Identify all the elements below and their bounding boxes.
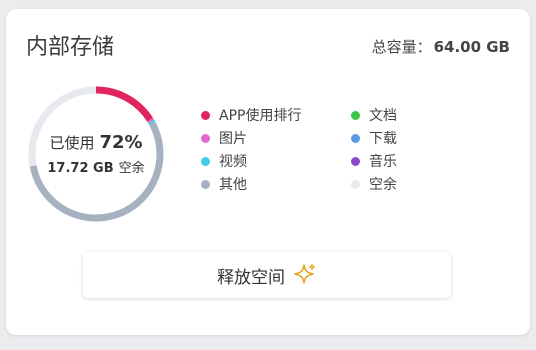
free-space-button[interactable]: 释放空间 (83, 252, 451, 298)
sparkle-icon (293, 263, 317, 287)
donut-center: 已使用 72% 17.72 GB 空余 (26, 79, 166, 229)
legend-item: 文档 (351, 106, 421, 124)
legend-item: APP使用排行 (201, 106, 351, 124)
free-space-label: 释放空间 (217, 267, 285, 288)
total-capacity: 总容量： 64.00 GB (372, 36, 510, 57)
legend-dot (201, 110, 210, 120)
storage-legend: APP使用排行 文档图片 下载视频 音乐其他 空余 (201, 106, 421, 193)
legend-item: 视频 (201, 152, 351, 170)
legend-dot (351, 110, 360, 120)
legend-label: APP使用排行 (219, 108, 302, 124)
legend-item: 图片 (201, 129, 351, 147)
card-title: 内部存储 (26, 35, 115, 60)
legend-label: 文档 (369, 108, 397, 124)
legend-item: 其他 (201, 175, 351, 193)
legend-dot (201, 179, 210, 189)
capacity-label: 总容量： (371, 38, 432, 56)
legend-label: 下载 (369, 131, 397, 147)
used-label: 已使用 (49, 134, 95, 152)
legend-label: 视频 (219, 154, 247, 170)
storage-donut-chart: 已使用 72% 17.72 GB 空余 (26, 79, 166, 229)
legend-item: 空余 (351, 175, 421, 193)
legend-dot (351, 179, 360, 189)
legend-label: 空余 (369, 177, 397, 193)
legend-label: 音乐 (369, 154, 397, 170)
free-amount: 17.72 GB (47, 161, 114, 176)
storage-card: 内部存储 总容量： 64.00 GB 已使用 72% 17.72 GB 空余 APP使… (6, 9, 530, 335)
used-percent: 72% (99, 132, 143, 153)
legend-dot (351, 156, 360, 166)
legend-label: 其他 (219, 177, 247, 193)
capacity-value: 64.00 GB (433, 38, 510, 56)
free-label: 空余 (118, 161, 145, 176)
legend-item: 音乐 (351, 152, 421, 170)
legend-dot (201, 156, 210, 166)
legend-item: 下载 (351, 129, 421, 147)
legend-label: 图片 (219, 131, 247, 147)
legend-dot (201, 133, 210, 143)
legend-dot (351, 133, 360, 143)
